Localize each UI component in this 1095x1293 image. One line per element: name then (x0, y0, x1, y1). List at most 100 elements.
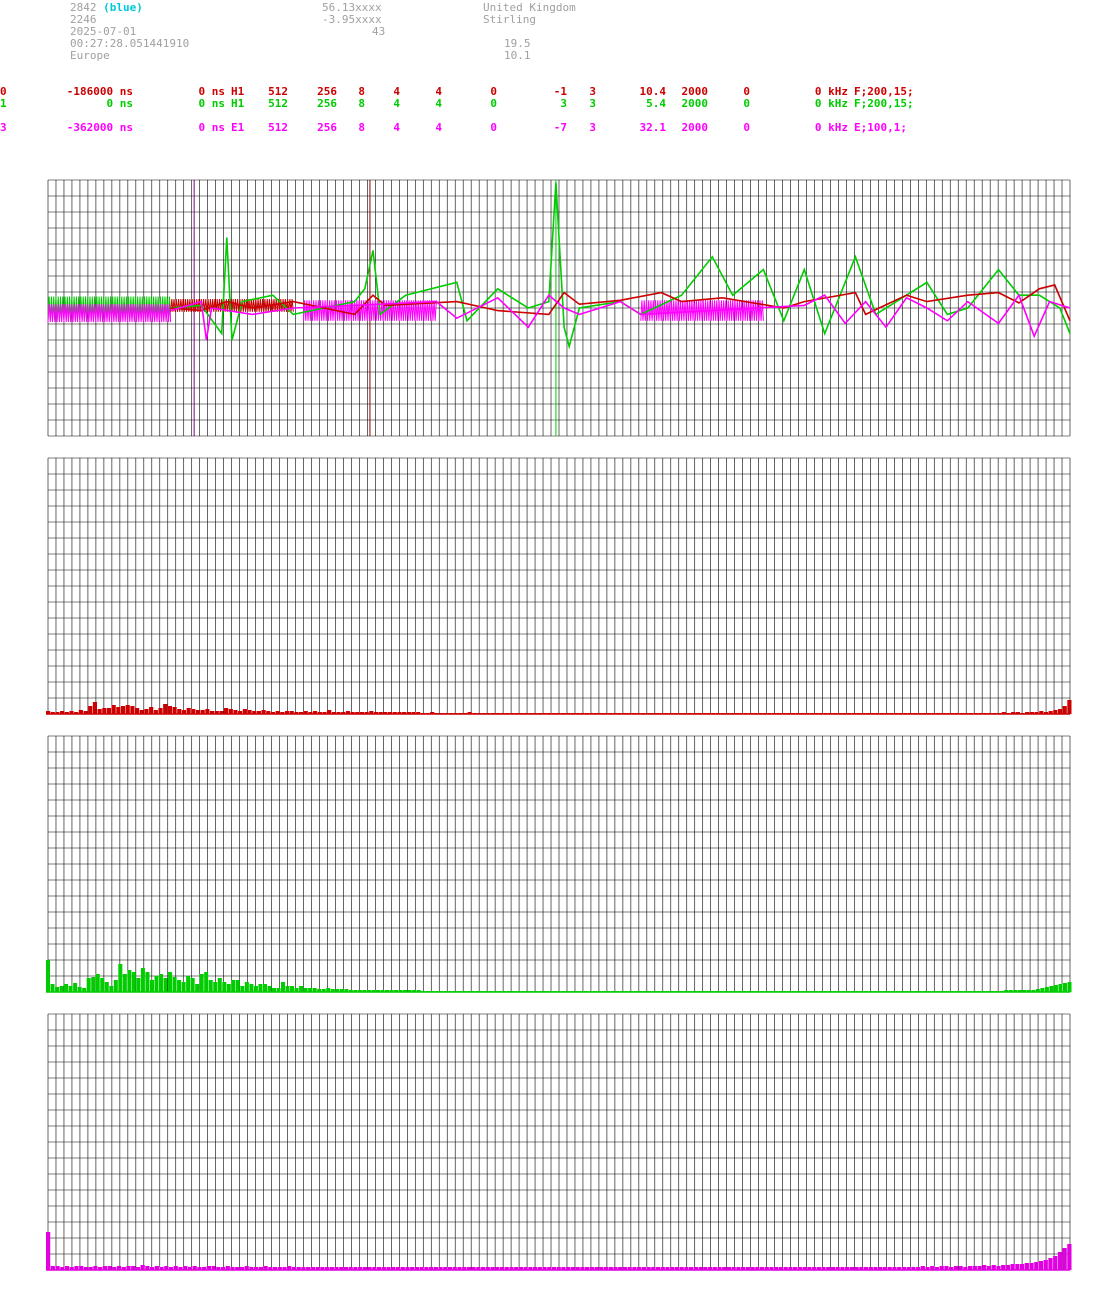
spectrum-bar (46, 1232, 51, 1270)
spectrum-panel-red (46, 457, 1072, 715)
channel-offset: 0 ns (106, 97, 134, 110)
spectrum-bar (135, 708, 140, 714)
spectrum-bar (1053, 985, 1058, 992)
spectrum-bar (1062, 706, 1067, 714)
spectrum-bar (86, 978, 91, 992)
grid (47, 457, 1071, 715)
spectrum-bar (204, 972, 209, 992)
channel-k: 0 (743, 121, 750, 134)
channel-filter: F;200,15; (854, 97, 914, 110)
spectrum-bar (222, 982, 227, 992)
value-2: 10.1 (504, 49, 531, 62)
channel-k: 0 (743, 97, 750, 110)
altitude: 43 (372, 25, 386, 38)
spectrum-bar (1048, 1258, 1053, 1270)
station-color: (blue) (103, 1, 143, 14)
channel-h: 3 (589, 97, 596, 110)
spectrum-bar (299, 986, 304, 992)
grid (47, 179, 1071, 437)
spectrum-bar (131, 972, 136, 992)
spectrum-bar (136, 978, 141, 992)
spectrum-bar (172, 977, 177, 992)
channel-c: 8 (358, 97, 365, 110)
spectrum-bar (92, 702, 98, 714)
spectrum-bar (199, 974, 204, 992)
spectrum-bar (208, 980, 213, 992)
spectrum-bar (149, 980, 154, 992)
spectrum-bar (262, 984, 267, 992)
channel-i: 5.4 (646, 97, 666, 110)
spectrum-bar (109, 986, 114, 992)
spectrum-bar (190, 978, 195, 992)
spectrum-bar (159, 974, 164, 992)
spectrum-bar (140, 968, 145, 992)
channel-f: 0 (490, 121, 497, 134)
spectrum-bar (240, 986, 245, 992)
spectrum-bar (1019, 1264, 1025, 1270)
spectrum-bar (95, 974, 100, 992)
channel-a: 512 (268, 97, 288, 110)
spectrum-bar (1058, 984, 1063, 992)
spectrum-panel-magenta (46, 1013, 1072, 1271)
spectrum-bar (158, 708, 163, 714)
spectrum-bar (130, 706, 135, 714)
spectrum-bar (111, 705, 116, 714)
spectrum-bar (267, 986, 272, 992)
channel-j: 2000 (681, 121, 709, 134)
spectrum-bar (149, 707, 154, 714)
spectrum-bar (1067, 700, 1072, 714)
spectrum-bar (1038, 1261, 1044, 1270)
waveform-series (170, 182, 1071, 350)
spectrum-bar (106, 708, 112, 714)
spectrum-bar (50, 984, 55, 992)
spectrum-bar (231, 980, 236, 992)
channel-type: H1 (231, 97, 245, 110)
channel-offset: -362000 ns (66, 121, 133, 134)
channel-freq: 0 kHz (814, 121, 848, 134)
channel-f: 0 (490, 97, 497, 110)
channel-e: 4 (435, 97, 442, 110)
channel-type: E1 (231, 121, 245, 134)
spectrum-bar (235, 980, 240, 992)
spectrum-bar (1067, 982, 1072, 992)
channel-h: 3 (589, 121, 596, 134)
channel-delay: 0 ns (198, 97, 226, 110)
channel-delay: 0 ns (198, 121, 226, 134)
waveform-panel (47, 179, 1071, 437)
spectrum-bar (244, 982, 249, 992)
spectrum-bar (186, 976, 191, 992)
channel-b: 256 (317, 121, 337, 134)
spectrum-bar (118, 964, 123, 992)
channel-e: 4 (435, 121, 442, 134)
spectrum-panel-green (46, 735, 1072, 993)
spectrum-bar (122, 974, 127, 992)
spectrum-bar (168, 972, 173, 992)
spectrum-bar (195, 984, 200, 992)
spectrum-bar (1053, 1256, 1058, 1270)
spectrum-bar (172, 707, 177, 714)
channel-g: 3 (560, 97, 567, 110)
channel-a: 512 (268, 121, 288, 134)
spectrum-bar (88, 706, 93, 714)
channel-g: -7 (553, 121, 567, 134)
spectrum-bar (1015, 1264, 1020, 1270)
spectrum-bar (167, 706, 172, 714)
spectrum-bar (154, 976, 159, 992)
spectrum-bar (120, 706, 126, 714)
spectrum-bar (1010, 1264, 1015, 1270)
spectrum-bar (1067, 1244, 1072, 1270)
spectrum-bar (177, 980, 182, 992)
spectrum-bar (64, 984, 69, 992)
spectrum-bar (1049, 986, 1054, 992)
spectrum-bar (1029, 1263, 1034, 1270)
grid (47, 1013, 1071, 1271)
channel-id: 1 (0, 97, 7, 110)
spectrum-bar (145, 972, 150, 992)
spectrum-bar (91, 977, 96, 992)
spectrum-bar (59, 986, 64, 992)
channel-id: 3 (0, 121, 7, 134)
spectrum-bar (100, 978, 105, 992)
spectrum-bar (1043, 1260, 1048, 1270)
channel-d: 4 (393, 121, 400, 134)
spectrum-bar (1034, 1262, 1039, 1270)
